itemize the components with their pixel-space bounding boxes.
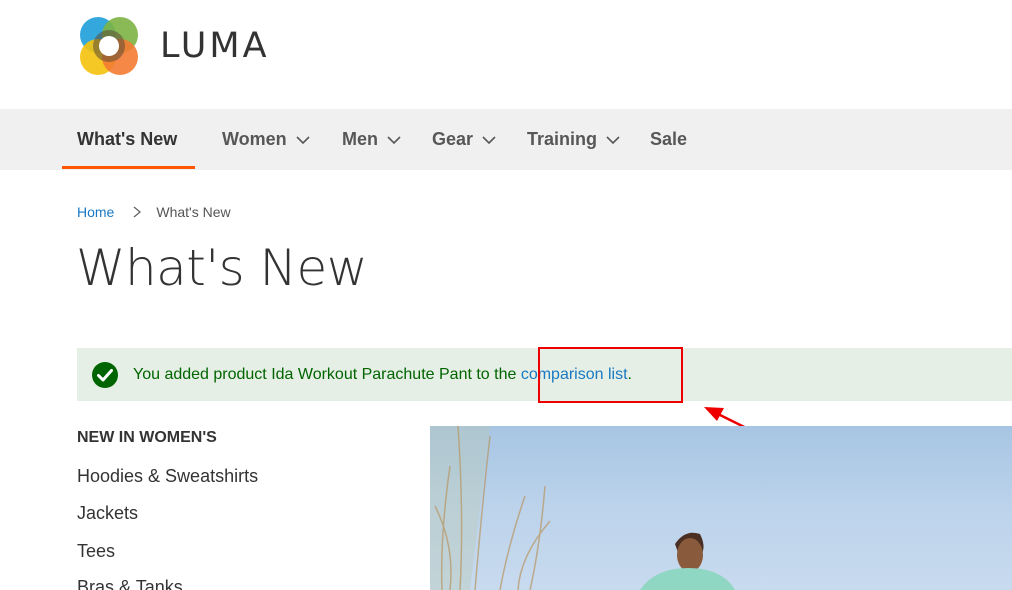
nav-item-label: Men xyxy=(342,129,378,149)
breadcrumb-home-link[interactable]: Home xyxy=(77,204,114,220)
sidebar-item-hoodies-sweatshirts[interactable]: Hoodies & Sweatshirts xyxy=(77,466,258,487)
nav-item-gear[interactable]: Gear xyxy=(432,109,496,170)
sidebar-item-jackets[interactable]: Jackets xyxy=(77,503,138,524)
sidebar-title: NEW IN WOMEN'S xyxy=(77,429,217,446)
active-nav-indicator xyxy=(62,166,195,169)
nav-item-men[interactable]: Men xyxy=(342,109,401,170)
logo-text: LUMA xyxy=(160,26,270,66)
nav-item-label: Gear xyxy=(432,129,474,149)
chevron-down-icon xyxy=(606,135,620,144)
nav-item-label: Training xyxy=(527,129,598,149)
nav-item-label: What's New xyxy=(77,129,178,149)
message-text-prefix: You added product Ida Workout Parachute … xyxy=(133,365,521,383)
nav-item-label: Women xyxy=(222,129,287,149)
nav-item-sale[interactable]: Sale xyxy=(650,109,687,170)
sidebar-item-bras-tanks[interactable]: Bras & Tanks xyxy=(77,577,183,590)
breadcrumb: Home What's New xyxy=(77,204,231,220)
annotation-highlight-box xyxy=(538,347,683,403)
hero-promo-image[interactable] xyxy=(430,426,1012,590)
chevron-right-icon xyxy=(133,206,142,218)
page: LUMA What's New Women Men Gear Training … xyxy=(0,0,1012,590)
sidebar-item-tees[interactable]: Tees xyxy=(77,541,115,562)
hero-photo-illustration xyxy=(430,426,735,590)
chevron-down-icon xyxy=(387,135,401,144)
nav-item-women[interactable]: Women xyxy=(222,109,310,170)
checkmark-circle-icon xyxy=(92,361,118,388)
logo[interactable]: LUMA xyxy=(78,15,270,77)
chevron-down-icon xyxy=(482,135,496,144)
nav-item-training[interactable]: Training xyxy=(527,109,620,170)
luma-logo-icon xyxy=(80,17,138,75)
page-title: What's New xyxy=(76,239,368,297)
nav-item-whats-new[interactable]: What's New xyxy=(77,109,177,170)
chevron-down-icon xyxy=(296,135,310,144)
breadcrumb-current: What's New xyxy=(156,204,231,220)
main-navigation: What's New Women Men Gear Training Sale xyxy=(0,109,1012,170)
nav-item-label: Sale xyxy=(650,129,688,149)
